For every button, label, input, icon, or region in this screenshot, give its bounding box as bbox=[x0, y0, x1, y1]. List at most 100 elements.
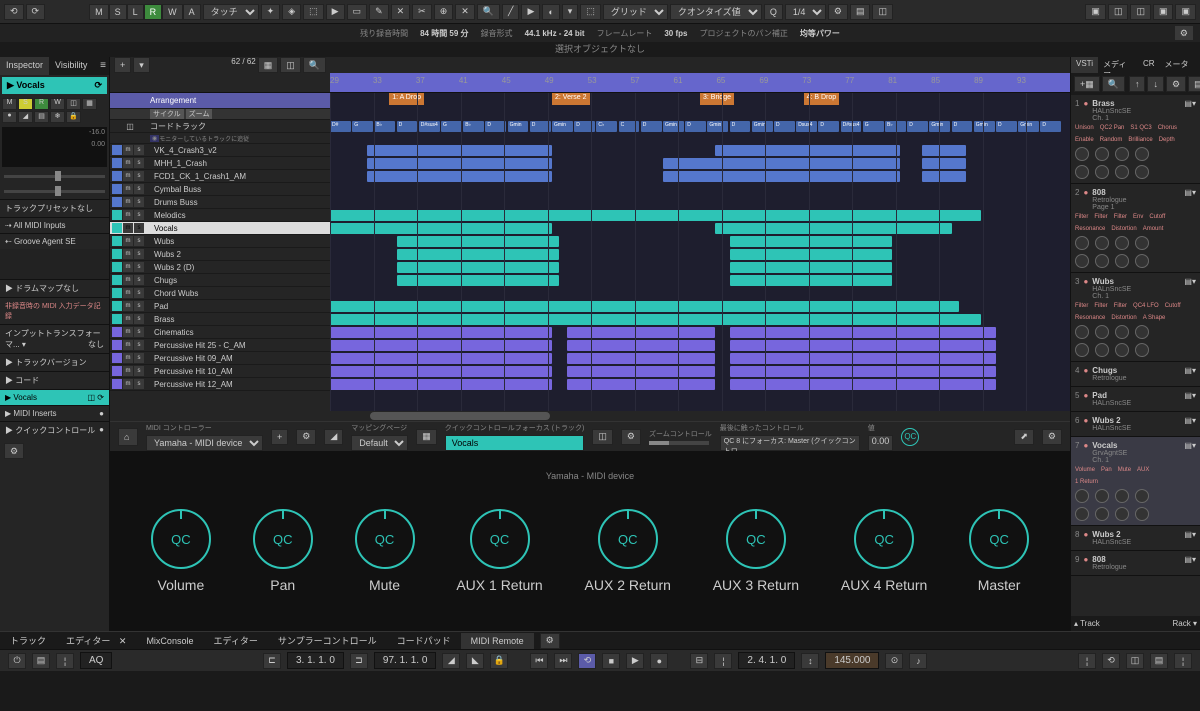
tool-btn[interactable]: ⬚ bbox=[303, 4, 324, 20]
forward-btn[interactable]: ⏭ bbox=[554, 653, 572, 669]
trans-btn[interactable]: ↕ bbox=[801, 653, 819, 669]
chord-event[interactable]: D bbox=[818, 121, 839, 132]
chord-event[interactable]: D bbox=[730, 121, 751, 132]
position-display[interactable]: 2. 4. 1. 0 bbox=[738, 652, 795, 669]
w-button[interactable]: W bbox=[162, 4, 183, 20]
vsti-tab[interactable]: VSTi bbox=[1071, 57, 1098, 73]
audio-clip[interactable] bbox=[567, 327, 715, 338]
qc-knob[interactable]: QCMaster bbox=[969, 509, 1029, 593]
audio-clip[interactable] bbox=[397, 275, 560, 286]
track-header[interactable]: msChord Wubs bbox=[110, 287, 330, 300]
insp-btn[interactable]: ▦ bbox=[82, 98, 97, 110]
search-icon[interactable]: 🔍 bbox=[303, 57, 326, 73]
track-header[interactable]: msMHH_1_Crash bbox=[110, 157, 330, 170]
audio-clip[interactable] bbox=[330, 340, 552, 351]
chord-event[interactable]: D bbox=[397, 121, 418, 132]
vsti-btn[interactable]: ↓ bbox=[1147, 76, 1164, 92]
arrangement-track[interactable]: Arrangement bbox=[110, 93, 330, 109]
qc-knob[interactable]: QCVolume bbox=[151, 509, 211, 593]
chord-event[interactable]: Gmin bbox=[974, 121, 995, 132]
track-header[interactable]: msBrass bbox=[110, 313, 330, 326]
chord-event[interactable]: Dsus4 bbox=[796, 121, 817, 132]
lower-zone-tab[interactable]: エディター ✕ bbox=[56, 631, 136, 650]
trans-btn[interactable]: ¦ bbox=[1174, 653, 1192, 669]
audio-clip[interactable] bbox=[922, 145, 966, 156]
inspector-track-name[interactable]: ▶ Vocals ⟳ bbox=[2, 77, 107, 94]
vsti-knob[interactable] bbox=[1135, 343, 1149, 357]
audio-clip[interactable] bbox=[922, 171, 966, 182]
lock-icon[interactable]: 🔒 bbox=[490, 653, 508, 669]
gear-icon[interactable]: ⚙ bbox=[296, 429, 316, 445]
lower-zone-tab[interactable]: MixConsole bbox=[136, 633, 203, 649]
chord-monitor[interactable]: ◉ モニターしているトラックに追従 bbox=[110, 133, 330, 144]
trans-btn[interactable]: ¦ bbox=[56, 653, 74, 669]
vsti-instrument[interactable]: 2● 808RetrologuePage 1 ▤▾FilterFilterFil… bbox=[1071, 184, 1200, 273]
vsti-knob[interactable] bbox=[1095, 489, 1109, 503]
track-header[interactable]: msChugs bbox=[110, 274, 330, 287]
track-header[interactable]: msFCD1_CK_1_Crash1_AM bbox=[110, 170, 330, 183]
chord-event[interactable]: D bbox=[641, 121, 662, 132]
chord-event[interactable]: Gmin bbox=[752, 121, 773, 132]
midi-input-select[interactable]: ⇢ All MIDI Inputs bbox=[0, 217, 109, 233]
vsti-instrument[interactable]: 7● VocalsGrvAgntSECh. 1 ▤▾VolumePanMuteA… bbox=[1071, 437, 1200, 526]
tool-btn[interactable]: ✦ bbox=[261, 4, 281, 20]
preset-field[interactable]: トラックプリセットなし bbox=[0, 199, 109, 217]
vsti-knob[interactable] bbox=[1075, 489, 1089, 503]
midi-btn[interactable]: + bbox=[271, 429, 288, 445]
tool-btn[interactable]: ⚙ bbox=[828, 4, 848, 20]
vsti-knob[interactable] bbox=[1135, 147, 1149, 161]
track-header[interactable]: msPercussive Hit 25 - C_AM bbox=[110, 339, 330, 352]
chord-event[interactable]: Gmin bbox=[663, 121, 684, 132]
inspector-section[interactable]: ▶ MIDI Inserts ● bbox=[0, 405, 109, 421]
chord-event[interactable]: D#sus4 bbox=[419, 121, 440, 132]
audio-clip[interactable] bbox=[330, 223, 552, 234]
chord-track[interactable]: ◫コードトラック bbox=[110, 120, 330, 133]
inspector-section[interactable]: ▶ トラックバージョン bbox=[0, 353, 109, 371]
vsti-knob[interactable] bbox=[1115, 147, 1129, 161]
chord-event[interactable]: D bbox=[996, 121, 1017, 132]
marker[interactable]: 3: Bridge bbox=[700, 93, 734, 105]
lower-zone-tab[interactable]: エディター bbox=[203, 631, 267, 650]
mute-tool[interactable]: ✕ bbox=[455, 4, 475, 20]
vsti-knob[interactable] bbox=[1075, 236, 1089, 250]
aq-display[interactable]: AQ bbox=[80, 652, 112, 669]
chord-event[interactable]: G bbox=[352, 121, 373, 132]
vsti-tab[interactable]: メーター bbox=[1160, 57, 1200, 73]
vsti-instrument[interactable]: 5● PadHALnSncSE ▤▾ bbox=[1071, 387, 1200, 412]
search-icon[interactable]: 🔍 bbox=[1102, 76, 1125, 92]
audio-clip[interactable] bbox=[397, 236, 560, 247]
audio-clip[interactable] bbox=[567, 366, 715, 377]
track-filter-btn[interactable]: ▾ bbox=[133, 57, 150, 73]
audio-clip[interactable] bbox=[567, 379, 715, 390]
freeze-btn[interactable]: ❄ bbox=[50, 111, 65, 123]
qc-knob[interactable]: QCPan bbox=[253, 509, 313, 593]
write-btn[interactable]: W bbox=[50, 98, 65, 110]
vsti-tab[interactable]: CR bbox=[1138, 57, 1160, 73]
zoom-tool[interactable]: 🔍 bbox=[477, 4, 500, 20]
midi-btn[interactable]: ◫ bbox=[592, 429, 613, 445]
audio-clip[interactable] bbox=[730, 249, 893, 260]
chord-event[interactable]: D bbox=[485, 121, 506, 132]
lower-zone-tab[interactable]: コードパッド bbox=[387, 631, 461, 650]
vsti-knob[interactable] bbox=[1135, 325, 1149, 339]
vsti-knob[interactable] bbox=[1135, 165, 1149, 179]
punch-btn[interactable]: ◢ bbox=[442, 653, 460, 669]
glue-tool[interactable]: ⊕ bbox=[434, 4, 454, 20]
play-tool[interactable]: ▶ bbox=[521, 4, 540, 20]
lower-zone-tab[interactable]: サンプラーコントロール bbox=[268, 631, 387, 650]
audio-clip[interactable] bbox=[330, 353, 552, 364]
solo-btn[interactable]: S bbox=[18, 98, 33, 110]
trans-btn[interactable]: ⊟ bbox=[690, 653, 708, 669]
zone-btn[interactable]: ▣ bbox=[1085, 4, 1106, 20]
pan-fader[interactable] bbox=[4, 190, 105, 193]
left-locator-btn[interactable]: ⊏ bbox=[263, 653, 281, 669]
monitor-btn[interactable]: ◢ bbox=[18, 111, 33, 123]
chord-event[interactable]: Gmin bbox=[552, 121, 573, 132]
track-btn[interactable]: ▦ bbox=[258, 57, 279, 73]
lower-zone-tab[interactable]: MIDI Remote bbox=[461, 633, 534, 649]
vsti-knob[interactable] bbox=[1135, 254, 1149, 268]
track-header[interactable]: msCymbal Buss bbox=[110, 183, 330, 196]
vsti-btn[interactable]: ↑ bbox=[1129, 76, 1146, 92]
vsti-knob[interactable] bbox=[1075, 254, 1089, 268]
audio-clip[interactable] bbox=[715, 145, 900, 156]
